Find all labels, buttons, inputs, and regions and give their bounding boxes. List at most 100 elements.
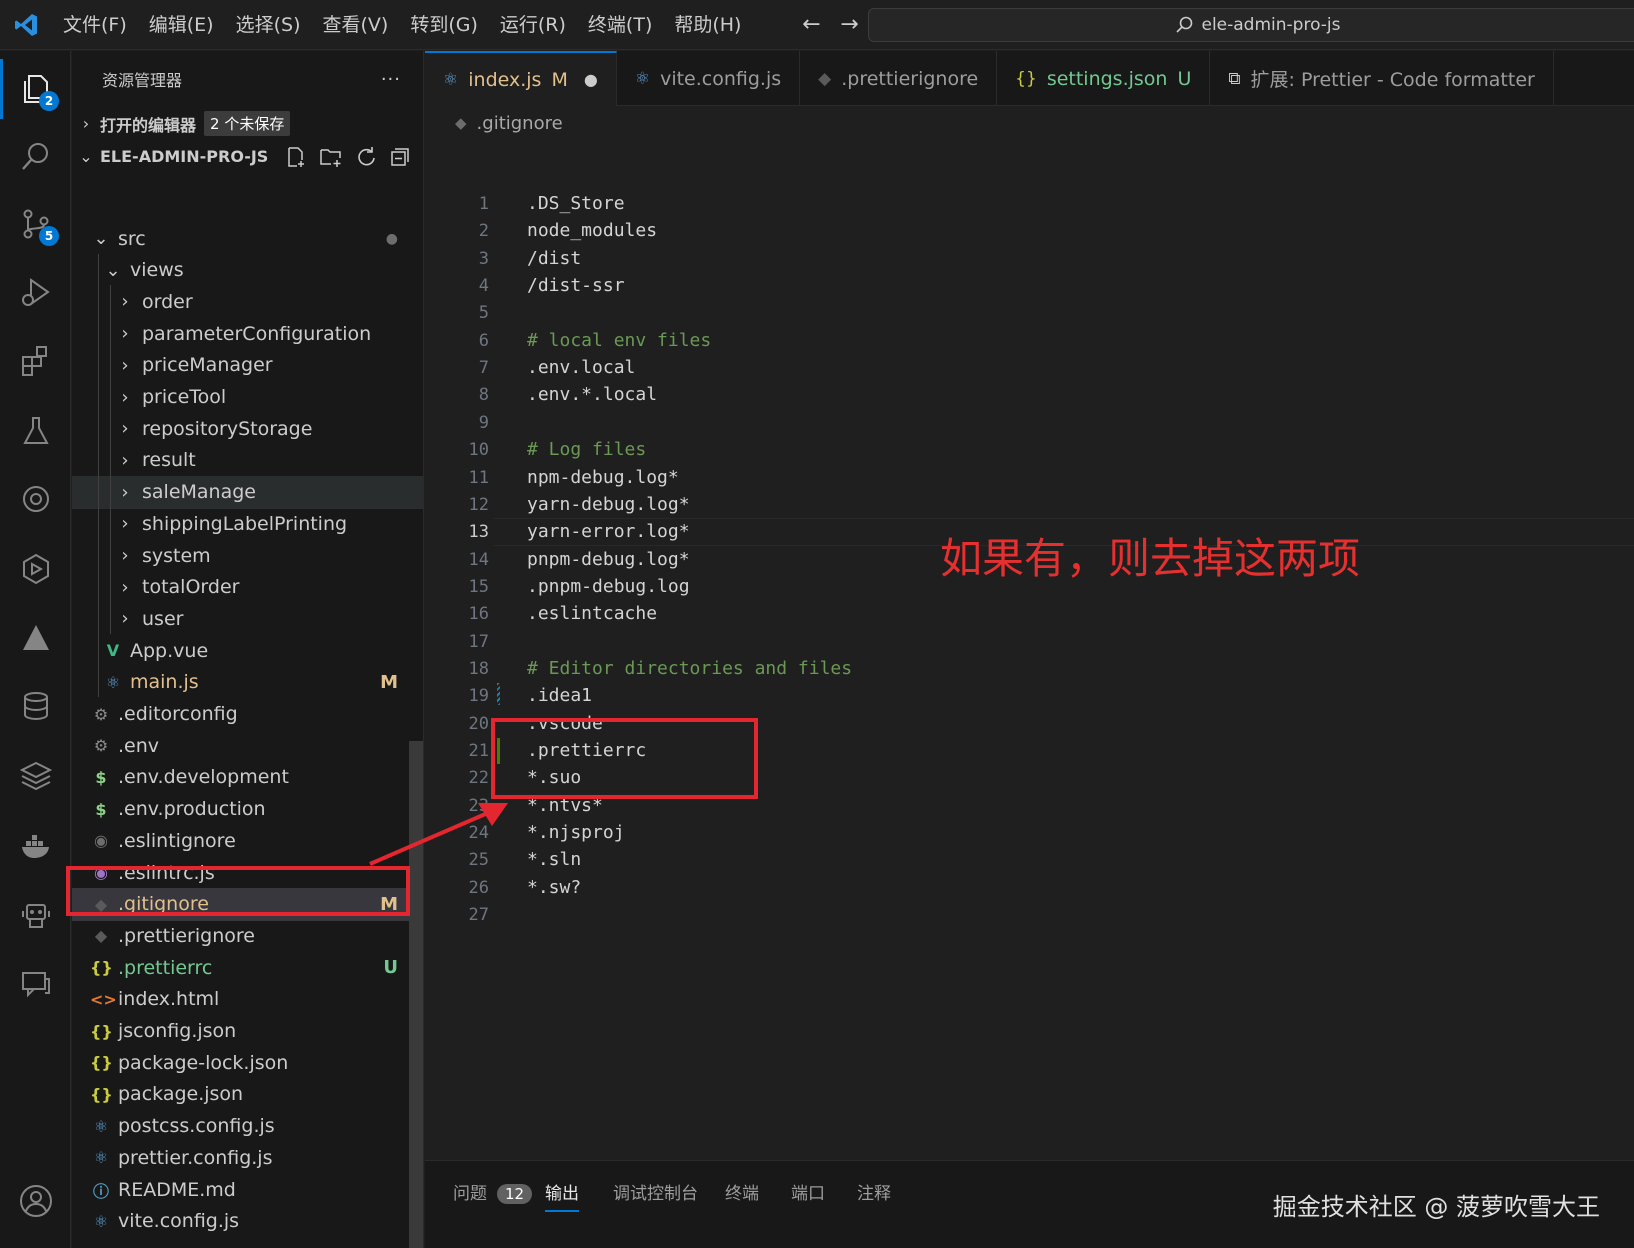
- menu-item-2[interactable]: 选择(S): [225, 0, 312, 50]
- tree-item-jsconfig-json[interactable]: {} jsconfig.json: [72, 1015, 423, 1048]
- code-line[interactable]: # Log files: [527, 439, 646, 460]
- tree-item-package-lock-json[interactable]: {} package-lock.json: [72, 1046, 423, 1079]
- explorer-icon[interactable]: 2: [0, 59, 71, 119]
- tree-item-src[interactable]: ⌄ src ●: [72, 222, 423, 255]
- account-icon[interactable]: [0, 1171, 71, 1231]
- menu-item-3[interactable]: 查看(V): [312, 0, 400, 50]
- tree-item-main-js[interactable]: ⚛ main.js M: [72, 666, 423, 699]
- code-line[interactable]: .env.*.local: [527, 384, 657, 405]
- back-arrow-icon[interactable]: ←: [792, 12, 830, 37]
- chatgpt-icon[interactable]: [0, 469, 71, 529]
- tree-item-user[interactable]: › user: [72, 602, 423, 635]
- remote-explorer-icon[interactable]: [0, 539, 71, 599]
- extensions-icon[interactable]: [0, 331, 71, 391]
- tree-item-views[interactable]: ⌄ views: [72, 254, 423, 287]
- search-icon[interactable]: [0, 126, 71, 186]
- tab-4[interactable]: ⧉ 扩展: Prettier - Code formatter: [1210, 51, 1554, 106]
- tab-0[interactable]: ⚛ index.js M ●: [425, 51, 617, 106]
- command-center-search[interactable]: ele-admin-pro-js: [868, 8, 1634, 42]
- tree-item-prettierrc[interactable]: {} .prettierrc U: [72, 951, 423, 984]
- robot-icon[interactable]: [0, 886, 71, 946]
- tree-item-postcss-config-js[interactable]: ⚛ postcss.config.js: [72, 1110, 423, 1143]
- tree-item-system[interactable]: › system: [72, 539, 423, 572]
- comments-icon[interactable]: [0, 954, 71, 1014]
- code-line[interactable]: node_modules: [527, 220, 657, 241]
- code-line[interactable]: /dist-ssr: [527, 275, 625, 296]
- code-line[interactable]: .pnpm-debug.log: [527, 576, 690, 597]
- panel-tab-2[interactable]: 调试控制台: [613, 1179, 698, 1204]
- tree-item-totalorder[interactable]: › totalOrder: [72, 571, 423, 604]
- tab-3[interactable]: {} settings.json U: [997, 51, 1211, 106]
- forward-arrow-icon[interactable]: →: [830, 12, 868, 37]
- tree-item-order[interactable]: › order: [72, 285, 423, 318]
- tree-item-parameterconfiguration[interactable]: › parameterConfiguration: [72, 317, 423, 350]
- tree-item-pricemanager[interactable]: › priceManager: [72, 349, 423, 382]
- tree-item-env-development[interactable]: $ .env.development: [72, 761, 423, 794]
- tree-item-env[interactable]: ⚙ .env: [72, 729, 423, 762]
- tree-item-result[interactable]: › result: [72, 444, 423, 477]
- code-line[interactable]: .idea1: [527, 685, 592, 706]
- code-editor[interactable]: 1 .DS_Store 2 node_modules 3/dist 4/dist-ssr 5…: [425, 140, 1634, 1160]
- refresh-icon[interactable]: [355, 146, 377, 168]
- menu-item-5[interactable]: 运行(R): [489, 0, 577, 50]
- code-line[interactable]: /dist: [527, 248, 581, 269]
- testing-flask-icon[interactable]: [0, 401, 71, 461]
- code-line[interactable]: npm-debug.log*: [527, 467, 679, 488]
- menu-item-1[interactable]: 编辑(E): [138, 0, 225, 50]
- database-icon[interactable]: [0, 676, 71, 736]
- tree-item-label: order: [142, 290, 193, 313]
- tree-item-shippinglabelprinting[interactable]: › shippingLabelPrinting: [72, 507, 423, 540]
- panel-tab-5[interactable]: 注释: [857, 1179, 891, 1204]
- new-folder-icon[interactable]: [319, 146, 343, 168]
- tree-item-vite-config-js[interactable]: ⚛ vite.config.js: [72, 1205, 423, 1238]
- tree-item-readme-md[interactable]: ⓘ README.md: [72, 1173, 423, 1206]
- breadcrumb[interactable]: ◆ .gitignore: [425, 106, 1634, 140]
- tree-item-prettierignore[interactable]: ◆ .prettierignore: [72, 919, 423, 952]
- sidebar-scrollbar[interactable]: [409, 741, 423, 1248]
- tabnine-icon[interactable]: [0, 608, 71, 668]
- tree-item-pricetool[interactable]: › priceTool: [72, 381, 423, 414]
- code-line[interactable]: *.sw?: [527, 877, 581, 898]
- tab-1[interactable]: ⚛ vite.config.js: [617, 51, 801, 106]
- tree-item-package-json[interactable]: {} package.json: [72, 1078, 423, 1111]
- more-actions-icon[interactable]: ···: [381, 69, 401, 90]
- code-line[interactable]: .DS_Store: [527, 193, 625, 214]
- tree-item-app-vue[interactable]: V App.vue: [72, 634, 423, 667]
- tab-2[interactable]: ◆ .prettierignore: [800, 51, 998, 106]
- panel-tab-1[interactable]: 输出: [545, 1179, 579, 1212]
- menu-item-4[interactable]: 转到(G): [399, 0, 489, 50]
- open-editors-section[interactable]: › 打开的编辑器 2 个未保存: [72, 107, 423, 140]
- new-file-icon[interactable]: [285, 146, 307, 168]
- layers-icon[interactable]: [0, 746, 71, 806]
- unsaved-dot-icon[interactable]: ●: [584, 70, 598, 89]
- menu-item-7[interactable]: 帮助(H): [663, 0, 752, 50]
- tree-item-salemanage[interactable]: › saleManage: [72, 475, 423, 509]
- code-line[interactable]: pnpm-debug.log*: [527, 549, 690, 570]
- chevron-right-icon: ›: [121, 386, 129, 408]
- panel-tab-0[interactable]: 问题 12: [453, 1179, 533, 1204]
- code-line[interactable]: # Editor directories and files: [527, 658, 852, 679]
- panel-tab-4[interactable]: 端口: [791, 1179, 825, 1204]
- collapse-all-icon[interactable]: [389, 146, 411, 168]
- source-control-icon[interactable]: 5: [0, 194, 71, 254]
- tree-item-env-production[interactable]: $ .env.production: [72, 793, 423, 826]
- code-line[interactable]: yarn-error.log*: [527, 521, 690, 542]
- panel-tab-3[interactable]: 终端: [725, 1179, 759, 1204]
- tree-item-index-html[interactable]: <> index.html: [72, 983, 423, 1016]
- tree-item-eslintignore[interactable]: ◉ .eslintignore: [72, 824, 423, 857]
- menu-item-6[interactable]: 终端(T): [577, 0, 663, 50]
- tree-item-prettier-config-js[interactable]: ⚛ prettier.config.js: [72, 1141, 423, 1174]
- code-line[interactable]: .eslintcache: [527, 603, 657, 624]
- tree-item-editorconfig[interactable]: ⚙ .editorconfig: [72, 698, 423, 731]
- code-line[interactable]: .env.local: [527, 357, 635, 378]
- code-line[interactable]: *.sln: [527, 849, 581, 870]
- menu-item-0[interactable]: 文件(F): [52, 0, 138, 50]
- project-section[interactable]: ⌄ ELE-ADMIN-PRO-JS: [72, 140, 423, 173]
- docker-icon[interactable]: [0, 816, 71, 876]
- code-line[interactable]: yarn-debug.log*: [527, 494, 690, 515]
- code-line[interactable]: *.njsproj: [527, 822, 625, 843]
- tree-item-repositorystorage[interactable]: › repositoryStorage: [72, 412, 423, 445]
- code-line[interactable]: # local env files: [527, 330, 711, 351]
- tree-item-label: parameterConfiguration: [142, 322, 372, 345]
- run-debug-icon[interactable]: [0, 262, 71, 322]
